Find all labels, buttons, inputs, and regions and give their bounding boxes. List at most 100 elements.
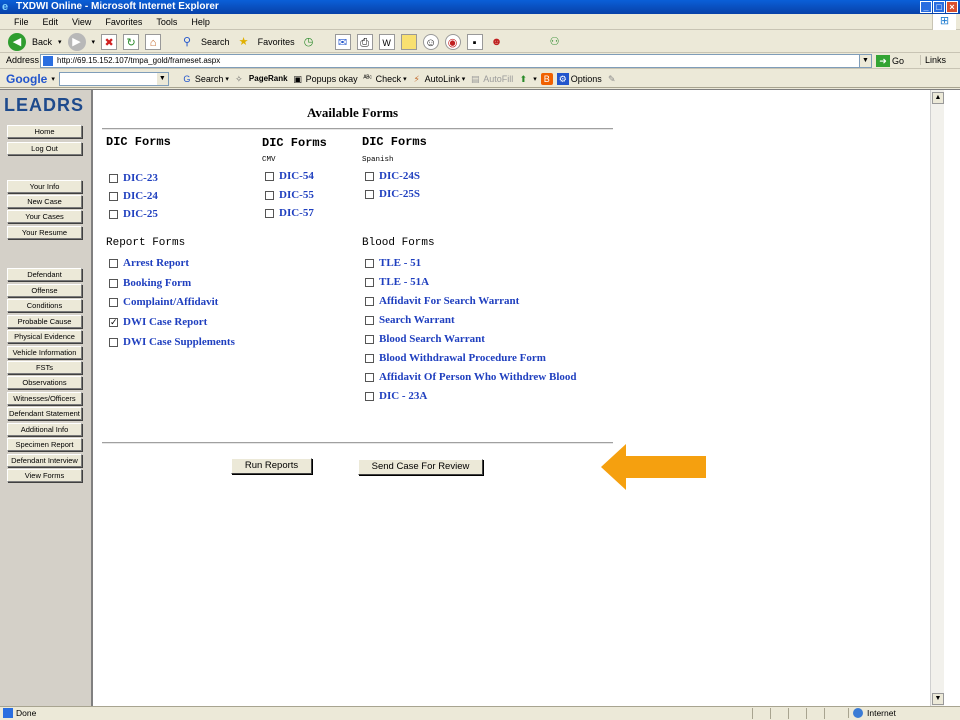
history-icon[interactable]: ◷ xyxy=(301,34,317,50)
dic-24s-link[interactable]: DIC-24S xyxy=(379,170,420,182)
back-arrow-icon[interactable]: ◀ xyxy=(8,32,26,51)
booking-form-link[interactable]: Booking Form xyxy=(123,277,191,289)
dic-57-checkbox[interactable] xyxy=(265,208,274,218)
dic-54-checkbox[interactable] xyxy=(265,171,274,181)
dic-23-checkbox[interactable] xyxy=(109,173,118,183)
nav-view-forms-button[interactable]: View Forms xyxy=(7,469,82,482)
complaint-affidavit-link[interactable]: Complaint/Affidavit xyxy=(123,296,218,308)
go-button[interactable]: ➜ Go xyxy=(876,54,904,68)
search-button[interactable]: Search xyxy=(201,37,230,47)
blood-withdrawal-procedure-link[interactable]: Blood Withdrawal Procedure Form xyxy=(379,352,546,364)
go-arrow-icon[interactable]: ➜ xyxy=(876,55,890,67)
pagerank-indicator[interactable]: PageRank xyxy=(249,74,288,83)
minimize-button[interactable]: _ xyxy=(920,1,932,13)
address-dropdown-icon[interactable]: ▼ xyxy=(859,55,871,67)
search-warrant-checkbox[interactable] xyxy=(365,315,374,325)
tle-51-link[interactable]: TLE - 51 xyxy=(379,257,421,269)
users-icon[interactable]: ⚇ xyxy=(547,34,563,50)
nav-probable-cause-button[interactable]: Probable Cause xyxy=(7,315,82,328)
nav-logout-button[interactable]: Log Out xyxy=(7,142,82,155)
affidavit-person-withdrew-blood-link[interactable]: Affidavit Of Person Who Withdrew Blood xyxy=(379,371,577,383)
affidavit-search-warrant-checkbox[interactable] xyxy=(365,296,374,306)
mail-icon[interactable]: ✉ xyxy=(334,33,351,50)
highlight-icon[interactable]: ✎ xyxy=(606,73,618,85)
menu-favorites[interactable]: Favorites xyxy=(105,17,142,27)
nav-defendant-button[interactable]: Defendant xyxy=(7,268,82,281)
blood-search-warrant-checkbox[interactable] xyxy=(365,334,374,344)
dwi-case-supplements-link[interactable]: DWI Case Supplements xyxy=(123,336,235,348)
chevron-down-icon[interactable]: ▼ xyxy=(156,72,168,85)
menu-file[interactable]: File xyxy=(14,17,29,27)
nav-specimen-report-button[interactable]: Specimen Report xyxy=(7,438,82,451)
back-button[interactable]: Back xyxy=(32,37,52,47)
dic-25s-checkbox[interactable] xyxy=(365,189,374,199)
arrest-report-checkbox[interactable] xyxy=(109,258,118,268)
arrest-report-link[interactable]: Arrest Report xyxy=(123,257,189,269)
refresh-icon[interactable]: ↻ xyxy=(123,33,140,50)
booking-form-checkbox[interactable] xyxy=(109,278,118,288)
nav-observations-button[interactable]: Observations xyxy=(7,376,82,389)
nav-additional-info-button[interactable]: Additional Info xyxy=(7,423,82,436)
bookmark-icon[interactable]: ⬆ xyxy=(517,73,529,85)
edit-word-icon[interactable]: W xyxy=(378,33,395,50)
dic-23a-checkbox[interactable] xyxy=(365,391,374,401)
tle-51a-checkbox[interactable] xyxy=(365,277,374,287)
tle-51-checkbox[interactable] xyxy=(365,258,374,268)
favorites-star-icon[interactable]: ★ xyxy=(236,34,252,50)
scroll-up-icon[interactable]: ▲ xyxy=(932,92,944,104)
nav-offense-button[interactable]: Offense xyxy=(7,284,82,297)
menu-help[interactable]: Help xyxy=(191,17,210,27)
send-case-for-review-button[interactable]: Send Case For Review xyxy=(358,459,483,475)
close-button[interactable]: × xyxy=(946,1,958,13)
nav-your-resume-button[interactable]: Your Resume xyxy=(7,226,82,239)
nav-vehicle-information-button[interactable]: Vehicle Information xyxy=(7,346,82,359)
nav-conditions-button[interactable]: Conditions xyxy=(7,299,82,312)
menu-edit[interactable]: Edit xyxy=(43,17,59,27)
dwi-case-supplements-checkbox[interactable] xyxy=(109,337,118,347)
autofill-button[interactable]: ▤ AutoFill xyxy=(469,73,513,85)
nav-your-info-button[interactable]: Your Info xyxy=(7,180,82,193)
dic-25-checkbox[interactable] xyxy=(109,209,118,219)
dic-24-link[interactable]: DIC-24 xyxy=(123,190,158,202)
dic-24-checkbox[interactable] xyxy=(109,191,118,201)
discuss-icon[interactable]: ▪ xyxy=(466,33,483,50)
dwi-case-report-checkbox[interactable]: ✓ xyxy=(109,317,118,327)
blogger-icon[interactable]: B xyxy=(540,72,553,85)
nav-defendant-statement-button[interactable]: Defendant Statement xyxy=(7,407,82,420)
blood-withdrawal-procedure-checkbox[interactable] xyxy=(365,353,374,363)
address-input[interactable]: http://69.15.152.107/tmpa_gold/frameset.… xyxy=(40,54,872,68)
google-search-button[interactable]: G Search ▾ xyxy=(181,73,229,85)
dic-25-link[interactable]: DIC-25 xyxy=(123,208,158,220)
favorites-button[interactable]: Favorites xyxy=(258,37,295,47)
go-label[interactable]: Go xyxy=(892,56,904,66)
nav-defendant-interview-button[interactable]: Defendant Interview xyxy=(7,454,82,467)
run-reports-button[interactable]: Run Reports xyxy=(231,458,312,474)
address-url[interactable]: http://69.15.152.107/tmpa_gold/frameset.… xyxy=(57,56,220,65)
site-search-icon[interactable]: ✧ xyxy=(233,73,245,85)
home-icon[interactable]: ⌂ xyxy=(145,33,162,50)
nav-physical-evidence-button[interactable]: Physical Evidence xyxy=(7,330,82,343)
nav-witnesses-officers-button[interactable]: Witnesses/Officers xyxy=(7,392,82,405)
stop-icon[interactable]: ✖ xyxy=(101,33,118,50)
dic-23a-link[interactable]: DIC - 23A xyxy=(379,390,427,402)
tle-51a-link[interactable]: TLE - 51A xyxy=(379,276,429,288)
search-icon[interactable]: ⚲ xyxy=(179,34,195,50)
forward-arrow-icon[interactable]: ▶ xyxy=(67,32,86,51)
dic-55-link[interactable]: DIC-55 xyxy=(279,189,314,201)
dic-25s-link[interactable]: DIC-25S xyxy=(379,188,420,200)
messenger-icon[interactable]: ☺ xyxy=(422,33,439,50)
scroll-down-icon[interactable]: ▼ xyxy=(932,693,944,705)
folder-icon[interactable] xyxy=(400,33,417,50)
complaint-affidavit-checkbox[interactable] xyxy=(109,297,118,307)
links-button[interactable]: Links xyxy=(920,55,946,65)
affidavit-search-warrant-link[interactable]: Affidavit For Search Warrant xyxy=(379,295,519,307)
maximize-button[interactable]: □ xyxy=(933,1,945,13)
dic-57-link[interactable]: DIC-57 xyxy=(279,207,314,219)
google-search-input[interactable]: ▼ xyxy=(58,71,169,86)
google-logo[interactable]: Google xyxy=(6,72,47,86)
vertical-scrollbar[interactable]: ▲ ▼ xyxy=(930,90,944,707)
nav-your-cases-button[interactable]: Your Cases xyxy=(7,210,82,223)
nav-new-case-button[interactable]: New Case xyxy=(7,195,82,208)
print-icon[interactable]: ⎙ xyxy=(356,33,373,50)
dic-24s-checkbox[interactable] xyxy=(365,171,374,181)
